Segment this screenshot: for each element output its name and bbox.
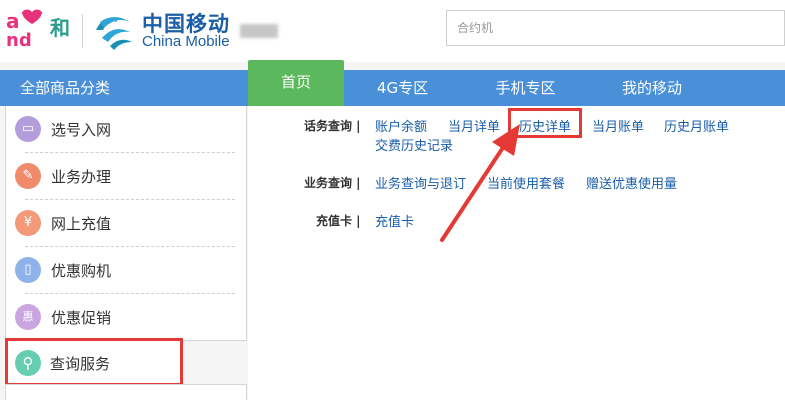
sidebar-item-select-number[interactable]: ▭ 选号入网: [5, 106, 247, 153]
and-logo-he: 和: [50, 16, 70, 40]
sidebar-item-label: 选号入网: [51, 121, 112, 139]
china-mobile-logo-icon[interactable]: [92, 10, 136, 50]
link-history-month-bill[interactable]: 历史月账单: [664, 116, 729, 135]
sidebar-item-label: 优惠促销: [51, 309, 112, 327]
tab-my-mobile[interactable]: 我的移动: [592, 70, 712, 106]
link-recharge-card[interactable]: 充值卡: [375, 211, 414, 230]
sidebar-submenu-panel: [5, 384, 247, 400]
sim-card-icon: ▭: [15, 116, 41, 142]
sidebar-item-label: 优惠购机: [51, 262, 112, 280]
tab-4g[interactable]: 4G专区: [345, 70, 460, 106]
sidebar-item-business[interactable]: ✎ 业务办理: [5, 153, 247, 200]
search-input[interactable]: 合约机: [446, 10, 785, 46]
blurred-location: [240, 24, 278, 38]
sidebar-item-label: 业务办理: [51, 168, 112, 186]
yen-icon: ¥: [15, 210, 41, 236]
category-header[interactable]: 全部商品分类: [5, 70, 247, 106]
section-label-business-query: 业务查询 |: [304, 176, 361, 190]
section-label-recharge-card: 充值卡 |: [316, 214, 361, 228]
red-arrow-annotation: [440, 124, 520, 242]
header-divider: [82, 14, 83, 48]
tab-home[interactable]: 首页: [248, 60, 344, 106]
link-bonus-usage[interactable]: 赠送优惠使用量: [586, 173, 677, 192]
sidebar-item-label: 网上充值: [51, 215, 112, 233]
sidebar-item-label: 查询服务: [50, 355, 111, 373]
phone-icon: ▯: [15, 257, 41, 283]
promo-icon: 惠: [15, 304, 41, 330]
link-current-month-bill[interactable]: 当月账单: [592, 116, 644, 135]
tab-phones[interactable]: 手机专区: [468, 70, 583, 106]
sidebar-item-promotions[interactable]: 惠 优惠促销: [5, 294, 247, 341]
sidebar-item-recharge[interactable]: ¥ 网上充值: [5, 200, 247, 247]
pencil-icon: ✎: [15, 163, 41, 189]
svg-text:nd: nd: [6, 30, 32, 48]
sidebar-item-buy-phone[interactable]: ▯ 优惠购机: [5, 247, 247, 294]
brand-name-en[interactable]: China Mobile: [142, 33, 230, 50]
search-icon: ⚲: [15, 350, 41, 376]
section-label-call-query: 话务查询 |: [304, 119, 361, 133]
sidebar-item-query-service[interactable]: ⚲ 查询服务: [5, 338, 183, 386]
link-account-balance[interactable]: 账户余额: [375, 116, 427, 135]
